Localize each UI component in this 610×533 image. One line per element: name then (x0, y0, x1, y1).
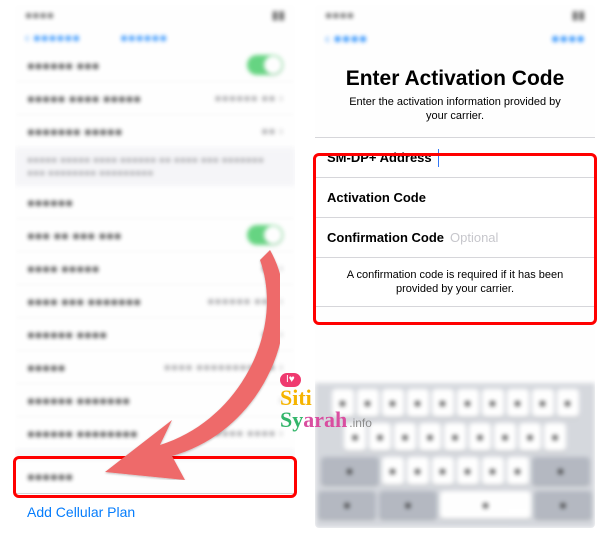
keyboard[interactable]: ●●●●●●●●●● ●●●●●●●●● ●●●●●●●● ●●●● (315, 383, 595, 528)
back-button[interactable]: ‹ ●●●● (325, 30, 367, 46)
activation-screen: ●●●●▮▮ ‹ ●●●●●●●● Enter Activation Code … (315, 5, 595, 528)
setting-row[interactable]: ●●●●●● ●●● (15, 49, 295, 82)
setting-row[interactable]: ●●●● ●●●●●●● › (15, 252, 295, 285)
settings-screen: ●●●●▮▮ ‹ ●●●●●●●●●●●● ●●●●●● ●●● ●●●●● ●… (15, 5, 295, 528)
nav-bar: ‹ ●●●● ●●●● (315, 25, 595, 51)
form-footer-note: A confirmation code is required if it ha… (315, 258, 595, 307)
nav-bar: ‹ ●●●●●●●●●●●● (15, 25, 295, 49)
confirmation-code-field[interactable]: Confirmation Code Optional (315, 218, 595, 258)
setting-row[interactable]: ●●●●●● ●●●●●● › (15, 318, 295, 351)
smdp-address-field[interactable]: SM-DP+ Address (315, 138, 595, 178)
field-label: Activation Code (327, 190, 426, 205)
field-label: SM-DP+ Address (327, 150, 432, 165)
setting-row[interactable]: ●●●●●● ●●●●●●●●●●●● ●●●● › (15, 417, 295, 450)
page-title: Enter Activation Code (315, 67, 595, 91)
field-placeholder: Optional (450, 230, 583, 245)
setting-footer: ●●●●● ●●●●● ●●●● ●●●●●● ●● ●●●● ●●● ●●●●… (15, 148, 295, 186)
text-cursor (438, 149, 440, 167)
settings-list: ●●●●●● ●●● ●●●●● ●●●● ●●●●●●●●●●● ●● › ●… (15, 49, 295, 493)
status-bar: ●●●●▮▮ (315, 5, 595, 25)
setting-row[interactable]: ●●●● ●●● ●●●●●●●●●●●●● ●●● › (15, 285, 295, 318)
field-label: Confirmation Code (327, 230, 444, 245)
setting-row[interactable]: ●●● ●● ●●● ●●● (15, 219, 295, 252)
setting-row[interactable]: ●●●●● ●●●● ●●●●●●●●●●● ●● › (15, 82, 295, 115)
next-button[interactable]: ●●●● (551, 30, 585, 46)
toggle-on-icon[interactable] (247, 55, 283, 75)
setting-row[interactable]: ●●●●●● ●●●●●●●› (15, 384, 295, 417)
activation-form: SM-DP+ Address Activation Code Confirmat… (315, 137, 595, 307)
status-bar: ●●●●▮▮ (15, 5, 295, 25)
setting-row[interactable]: ●●●●●●●●● ●●●●●●●●●●● › (15, 351, 295, 384)
setting-row[interactable]: ●●●●●●● ●●●●●●● › (15, 115, 295, 148)
add-cellular-plan-button[interactable]: Add Cellular Plan (15, 493, 295, 528)
toggle-on-icon[interactable] (247, 225, 283, 245)
setting-row[interactable]: ●●●●●● (15, 186, 295, 219)
add-cellular-plan-label: Add Cellular Plan (27, 504, 135, 520)
page-subtitle: Enter the activation information provide… (315, 91, 595, 137)
setting-row[interactable]: ●●●●●● (15, 460, 295, 493)
activation-code-field[interactable]: Activation Code (315, 178, 595, 218)
